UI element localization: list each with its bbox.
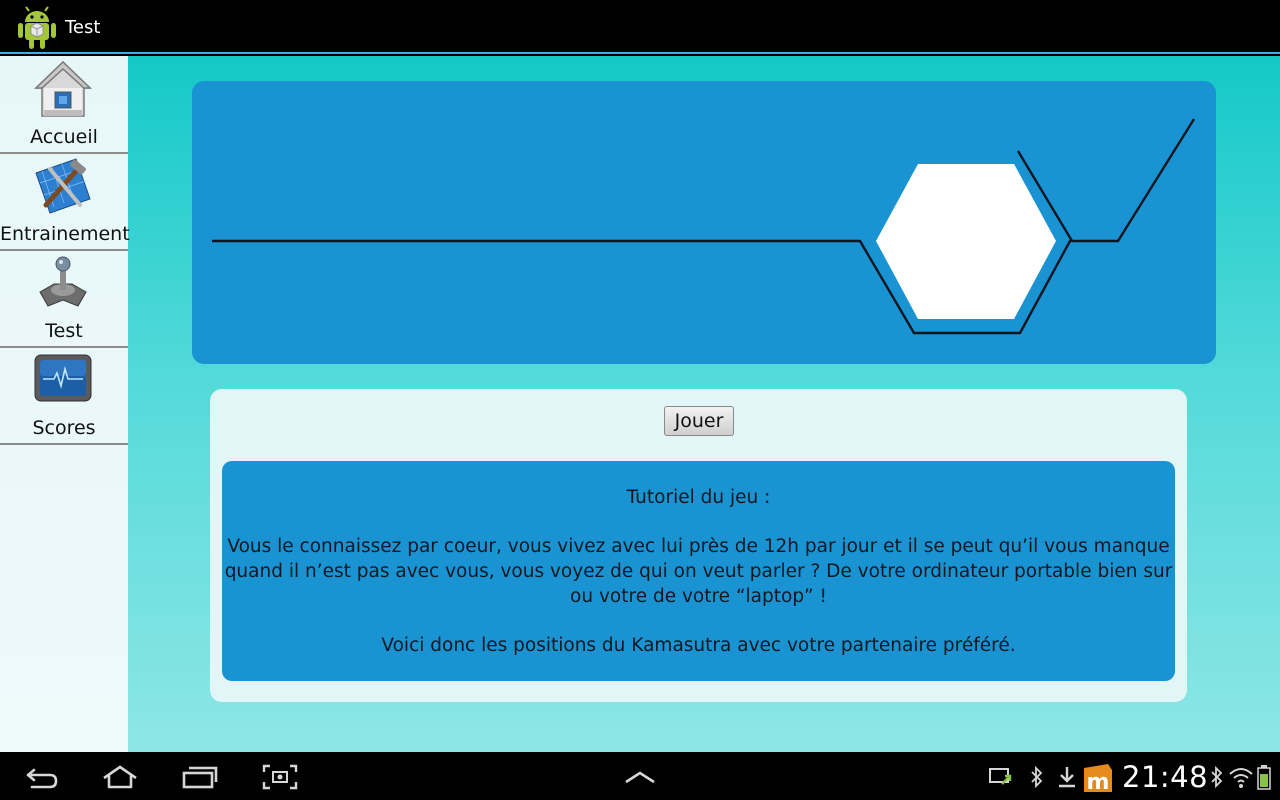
action-bar: Test — [0, 0, 1280, 54]
sidebar-item-test[interactable]: Test — [0, 250, 128, 348]
training-tools-icon — [35, 158, 91, 214]
app-title: Test — [65, 17, 101, 38]
bluetooth-icon — [1031, 765, 1043, 789]
recent-apps-icon[interactable] — [180, 762, 220, 792]
tutorial-body: Vous le connaissez par coeur, vous vivez… — [224, 536, 1173, 607]
game-panel: Jouer Tutoriel du jeu : Vous le connaiss… — [210, 389, 1187, 702]
sidebar-item-label: Scores — [32, 417, 96, 439]
header-banner — [192, 81, 1216, 364]
chevron-up-icon[interactable] — [620, 762, 660, 792]
play-button[interactable]: Jouer — [664, 406, 734, 436]
tutorial-title: Tutoriel du jeu : — [626, 487, 771, 508]
battery-icon — [1257, 765, 1271, 790]
sidebar: Accueil Entrainement Test Scores — [0, 56, 130, 752]
screen-mirror-icon — [989, 768, 1012, 785]
svg-text:m: m — [1087, 770, 1110, 794]
monitor-icon — [34, 354, 92, 402]
joystick-icon — [39, 256, 87, 307]
screenshot-icon[interactable] — [260, 762, 300, 792]
sidebar-item-entrainement[interactable]: Entrainement — [0, 153, 130, 251]
banner-graphic — [212, 118, 1196, 335]
bluetooth-status-icon — [1211, 765, 1223, 789]
wifi-icon — [1229, 768, 1253, 788]
android-icon[interactable] — [16, 4, 58, 50]
sidebar-item-accueil[interactable]: Accueil — [0, 56, 128, 154]
back-icon[interactable] — [22, 762, 62, 792]
download-icon — [1059, 767, 1075, 788]
home-icon — [34, 60, 92, 117]
action-bar-divider — [0, 52, 1280, 54]
sidebar-item-label: Test — [45, 320, 83, 342]
tutorial-footer: Voici donc les positions du Kamasutra av… — [381, 635, 1016, 656]
sidebar-item-label: Entrainement — [0, 223, 130, 245]
tutorial-box: Tutoriel du jeu : Vous le connaissez par… — [222, 461, 1175, 681]
status-clock: 21:48 — [1122, 760, 1209, 794]
sidebar-item-label: Accueil — [30, 126, 98, 148]
system-navigation-bar: m 21:48 — [0, 752, 1280, 800]
main-content: Accueil Entrainement Test Scores Jouer T… — [0, 56, 1280, 752]
home-button-icon[interactable] — [100, 762, 140, 792]
sidebar-item-scores[interactable]: Scores — [0, 347, 128, 445]
app-m-icon: m — [1084, 764, 1112, 794]
